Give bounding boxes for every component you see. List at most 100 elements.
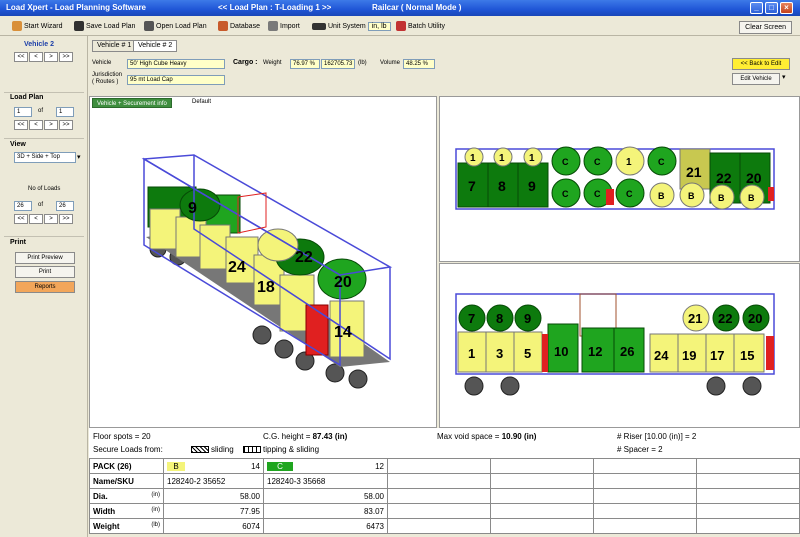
loads-prev-button[interactable]: <	[29, 214, 43, 224]
load-plan-first-button[interactable]: <<	[14, 120, 28, 130]
database-button[interactable]: Database	[218, 20, 260, 32]
table-row: Weight (lb) 6074 6473	[89, 518, 800, 534]
open-load-plan-button[interactable]: Open Load Plan	[144, 20, 207, 32]
left-panel: Vehicle 2 << < > >> Load Plan 1 of 1 << …	[0, 36, 88, 537]
coil-label-top: 1	[529, 153, 535, 164]
pack1-code: B	[167, 461, 185, 471]
coil-label-3d: 18	[257, 279, 275, 296]
view-section-title: View	[10, 141, 26, 148]
coil-label-side: 15	[740, 348, 754, 363]
pack1-count: 14	[251, 461, 260, 471]
unit-system-field[interactable]: in, lb	[367, 21, 391, 31]
coil-label-top: C	[562, 189, 569, 199]
tab-vehicle-2[interactable]: Vehicle # 2	[133, 40, 178, 52]
coil-label-top: 9	[528, 178, 536, 194]
coil-label-side: 7	[468, 311, 475, 326]
riser-3d	[237, 192, 267, 234]
vehicle-field[interactable]: 50' High Cube Heavy	[127, 59, 225, 69]
coil-label-top: 21	[686, 164, 702, 180]
edit-vehicle-button[interactable]: Edit Vehicle	[732, 73, 780, 85]
start-wizard-button[interactable]: Start Wizard	[12, 20, 63, 32]
wheel-side	[742, 376, 762, 396]
loads-first-button[interactable]: <<	[14, 214, 28, 224]
print-preview-button[interactable]: Print Preview	[15, 252, 75, 264]
weight-percent-field: 76.97 %	[290, 59, 320, 69]
pack2-code: C	[267, 461, 293, 471]
weight-header: Weight (lb)	[89, 518, 164, 534]
unit-system-button[interactable]: Unit System in, lb	[312, 20, 391, 32]
view-side[interactable]: 7 8 9 21 22 20 1 3 5 10 12 26 24 19 17 1…	[439, 263, 800, 428]
vehicle-last-button[interactable]: >>	[59, 52, 73, 62]
coil-label-top: 7	[468, 178, 476, 194]
save-load-plan-button[interactable]: Save Load Plan	[74, 20, 135, 32]
name-sku-2: 128240-3 35668	[263, 473, 388, 489]
load-plan-section-title: Load Plan	[10, 94, 44, 101]
view-top[interactable]: 7 8 9 1 1 1 C C C 1 C 21 22 20 C C B B B…	[439, 96, 800, 262]
pack2-cell[interactable]: C 12	[263, 458, 388, 474]
loads-last-button[interactable]: >>	[59, 214, 73, 224]
minimize-button[interactable]: _	[750, 2, 763, 14]
back-to-edit-button[interactable]: << Back to Edit	[732, 58, 790, 70]
loads-total-field: 26	[56, 201, 74, 211]
stats-panel: Floor spots = 20 C.G. height = 87.43 (in…	[89, 428, 800, 458]
edit-vehicle-chevron-icon[interactable]: ▾	[782, 73, 786, 81]
wheel-3d	[274, 339, 294, 359]
coil-label-3d: 14	[334, 324, 352, 341]
coil-label-top: C	[658, 157, 665, 167]
import-button[interactable]: Import	[268, 20, 300, 32]
vehicle-prev-button[interactable]: <	[29, 52, 43, 62]
load-plan-total-field: 1	[56, 107, 74, 117]
load-plan-of-label: of	[38, 108, 44, 114]
securement-info-button[interactable]: Vehicle + Securement info	[92, 98, 172, 108]
view-select[interactable]: 3D + Side + Top	[14, 152, 76, 163]
tab-vehicle-1[interactable]: Vehicle # 1	[92, 40, 137, 52]
table-row: Name/SKU 128240-2 35652 128240-3 35668	[89, 473, 800, 489]
sliding-label: sliding	[211, 445, 234, 454]
coil-label-side: 17	[710, 348, 724, 363]
view-3d[interactable]: 9 22 20 14 24 18	[89, 96, 437, 428]
pack-header: PACK (26)	[89, 458, 164, 474]
load-plan-nav: << < > >>	[14, 120, 73, 130]
vehicle-next-button[interactable]: >	[44, 52, 58, 62]
pack-table: PACK (26) B 14 C 12 Name/SKU 128240-2 3565…	[89, 458, 800, 534]
maximize-button[interactable]: □	[765, 2, 778, 14]
load-plan-next-button[interactable]: >	[44, 120, 58, 130]
floor-spots-text: Floor spots = 20	[93, 432, 151, 441]
vehicle-first-button[interactable]: <<	[14, 52, 28, 62]
close-button[interactable]: ×	[780, 2, 793, 14]
clear-screen-button[interactable]: Clear Screen	[739, 21, 792, 34]
jurisdiction-field[interactable]: 95 mt Load Cap	[127, 75, 225, 85]
load-plan-last-button[interactable]: >>	[59, 120, 73, 130]
load-plan-current-field[interactable]: 1	[14, 107, 32, 117]
dia-header: Dia. (in)	[89, 488, 164, 504]
view-select-chevron-icon[interactable]: ▾	[77, 153, 81, 161]
app-title: Load Xpert - Load Planning Software	[6, 3, 147, 12]
pack1-cell[interactable]: B 14	[163, 458, 264, 474]
sliding-pattern-icon	[191, 446, 209, 453]
reports-button[interactable]: Reports	[15, 281, 75, 293]
divider	[4, 92, 84, 93]
vehicle-title: Vehicle 2	[24, 41, 54, 48]
cargo-label: Cargo :	[233, 59, 258, 66]
coil-label-top: 1	[470, 153, 476, 164]
spacer-side	[542, 334, 548, 372]
coil-label-3d: 22	[295, 249, 313, 266]
coil-label-side: 24	[654, 348, 669, 363]
table-row: PACK (26) B 14 C 12	[89, 458, 800, 474]
print-button[interactable]: Print	[15, 266, 75, 278]
tipping-pattern-icon	[243, 446, 261, 453]
width-1: 77.95	[163, 503, 264, 519]
coil-label-top: 1	[626, 157, 632, 168]
coil-label-top: C	[594, 157, 601, 167]
loads-current-field[interactable]: 26	[14, 201, 32, 211]
coil-3d	[179, 188, 221, 222]
loads-next-button[interactable]: >	[44, 214, 58, 224]
dia-2: 58.00	[263, 488, 388, 504]
load-plan-prev-button[interactable]: <	[29, 120, 43, 130]
divider	[4, 236, 84, 237]
no-of-loads-label: No of Loads	[28, 186, 61, 192]
cg-height-text: C.G. height = 87.43 (in)	[263, 432, 348, 441]
coil-label-side: 26	[620, 344, 634, 359]
wheel-side	[464, 376, 484, 396]
batch-utility-button[interactable]: Batch Utility	[396, 20, 445, 32]
